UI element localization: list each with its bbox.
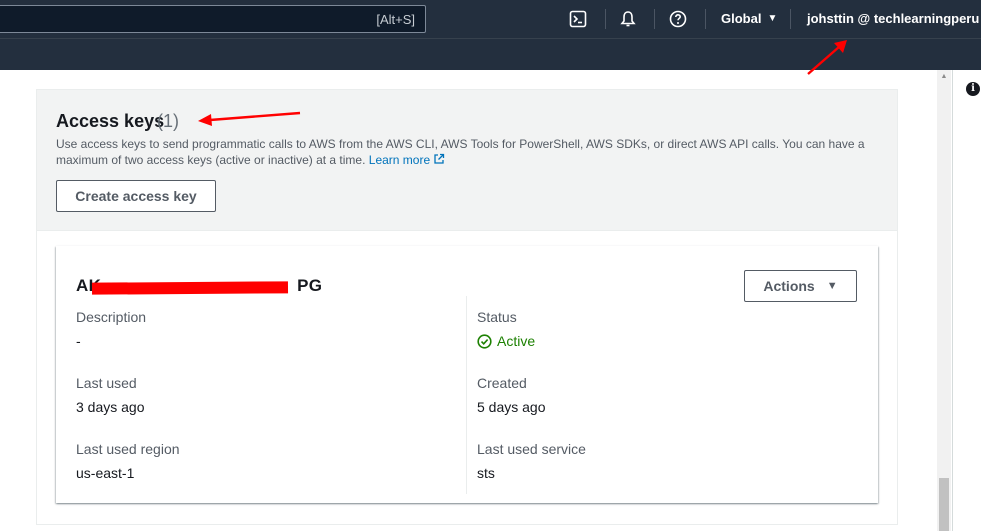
last-used-service-value: sts [477,465,495,481]
create-access-key-button[interactable]: Create access key [56,180,216,212]
scrollbar-thumb[interactable] [939,478,949,531]
help-panel-rail [952,70,981,531]
access-keys-count: (1) [157,111,179,131]
account-label: johsttin @ techlearningperu [807,11,980,26]
caret-down-icon: ▼ [826,280,838,292]
secondary-navigation-bar [0,38,981,70]
account-menu[interactable]: johsttin @ techlearningperu ▼ [807,11,981,26]
terminal-icon[interactable] [568,9,588,29]
caret-down-icon: ▼ [767,13,778,24]
column-divider [466,296,467,494]
last-used-value: 3 days ago [76,399,145,415]
scrollbar[interactable] [937,70,951,531]
created-value: 5 days ago [477,399,546,415]
info-icon[interactable]: i [966,82,980,96]
actions-label: Actions [763,278,815,294]
last-used-region-value: us-east-1 [76,465,135,481]
search-shortcut-hint: [Alt+S] [376,12,415,27]
actions-button[interactable]: Actions ▼ [744,270,857,302]
external-link-icon[interactable] [433,153,445,165]
search-input[interactable]: [Alt+S] [0,5,426,33]
redaction-mark [91,281,289,295]
created-label: Created [477,375,527,391]
description-label: Description [76,309,147,325]
nav-divider [605,9,606,29]
top-navigation-bar: [Alt+S] Global ▼ johsttin @ techlearning… [0,0,981,38]
nav-divider [790,9,791,29]
bell-icon[interactable] [618,9,638,29]
last-used-service-label: Last used service [477,441,586,457]
last-used-label: Last used [76,375,137,391]
status-value: Active [477,333,535,349]
access-keys-title: Access keys [56,111,165,131]
last-used-region-label: Last used region [76,441,180,457]
status-label: Status [477,309,517,325]
description-text: Use access keys to send programmatic cal… [56,137,865,167]
learn-more-link[interactable]: Learn more [369,153,430,167]
access-keys-description: Use access keys to send programmatic cal… [56,136,876,168]
help-icon[interactable] [668,9,688,29]
nav-divider [705,9,706,29]
region-selector[interactable]: Global ▼ [721,11,777,26]
nav-divider [654,9,655,29]
scroll-up-icon[interactable]: ▲ [939,72,949,82]
description-value: - [76,333,81,349]
region-label: Global [721,11,762,26]
check-circle-icon [477,333,492,349]
status-text: Active [497,333,536,349]
access-key-id-suffix: PG [297,276,323,295]
